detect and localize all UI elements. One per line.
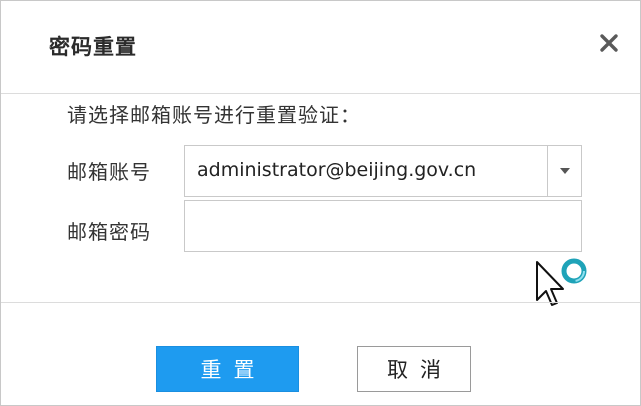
account-select[interactable]: administrator@beijing.gov.cn — [184, 145, 582, 197]
cancel-button[interactable]: 取消 — [357, 346, 471, 392]
chevron-down-icon — [559, 168, 570, 174]
reset-button[interactable]: 重置 — [156, 346, 299, 392]
password-label: 邮箱密码 — [67, 220, 151, 244]
account-label: 邮箱账号 — [67, 160, 151, 184]
footer-divider — [1, 302, 640, 303]
close-button[interactable] — [596, 30, 622, 56]
password-input[interactable] — [184, 200, 582, 252]
close-icon — [600, 34, 618, 52]
dialog-titlebar: 密码重置 — [1, 1, 640, 94]
dialog-title: 密码重置 — [49, 35, 137, 59]
reset-prompt: 请选择邮箱账号进行重置验证： — [67, 103, 361, 127]
account-select-value: administrator@beijing.gov.cn — [197, 159, 477, 181]
password-reset-dialog: 密码重置 请选择邮箱账号进行重置验证： 邮箱账号 administrator@b… — [0, 0, 641, 406]
dropdown-toggle[interactable] — [548, 146, 581, 196]
